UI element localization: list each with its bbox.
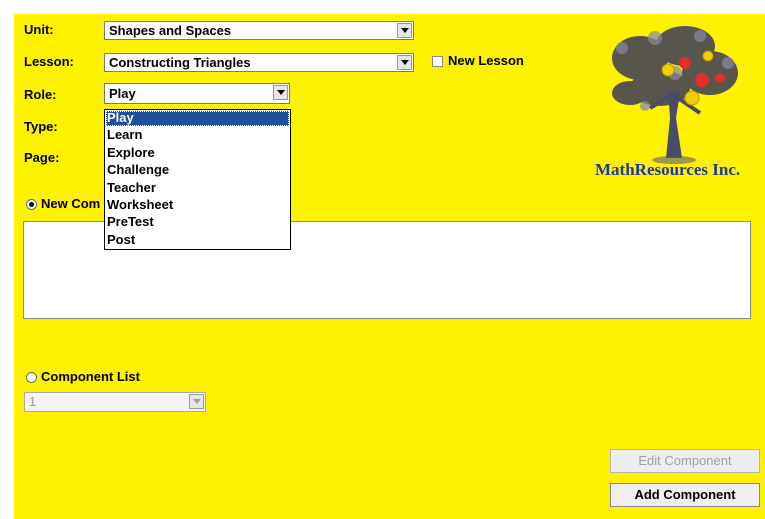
role-select[interactable]: Play	[104, 83, 290, 104]
chevron-down-icon[interactable]	[397, 55, 412, 70]
component-list-radio[interactable]	[26, 372, 37, 383]
edit-component-button[interactable]: Edit Component	[610, 449, 760, 473]
role-option-pretest[interactable]: PreTest	[106, 215, 289, 230]
chevron-down-icon[interactable]	[189, 394, 204, 409]
add-component-button[interactable]: Add Component	[610, 483, 760, 507]
role-option-teacher[interactable]: Teacher	[106, 180, 289, 196]
role-dropdown-list[interactable]: Play Learn Explore Challenge Teacher Workshee…	[104, 109, 291, 250]
chevron-down-icon[interactable]	[273, 85, 288, 100]
component-list-label: Component List	[41, 369, 140, 384]
radio-dot	[29, 202, 34, 207]
unit-label: Unit:	[24, 22, 54, 37]
role-option-post[interactable]: Post	[106, 232, 289, 248]
chevron-down-icon[interactable]	[397, 23, 412, 38]
app-window: Unit: Shapes and Spaces Lesson: Construc…	[0, 0, 765, 519]
component-list-value: 1	[29, 394, 37, 409]
logo-text: MathResources Inc.	[595, 160, 741, 179]
unit-select-value: Shapes and Spaces	[109, 23, 232, 38]
lesson-select-value: Constructing Triangles	[109, 55, 251, 70]
role-option-learn[interactable]: Learn	[106, 128, 289, 143]
role-option-play[interactable]: Play	[106, 111, 289, 126]
role-option-challenge[interactable]: Challenge	[106, 163, 289, 178]
role-label: Role:	[24, 87, 57, 102]
new-lesson-checkbox[interactable]	[432, 56, 443, 67]
component-list-select[interactable]: 1	[24, 392, 206, 412]
role-select-value: Play	[109, 86, 136, 101]
new-component-radio[interactable]	[26, 199, 37, 210]
lesson-label: Lesson:	[24, 54, 74, 69]
role-option-worksheet[interactable]: Worksheet	[106, 198, 289, 213]
new-lesson-label: New Lesson	[448, 53, 524, 68]
tree-logo-icon	[612, 26, 738, 164]
page-label: Page:	[24, 150, 60, 165]
type-label: Type:	[24, 119, 58, 134]
lesson-select[interactable]: Constructing Triangles	[104, 53, 414, 72]
unit-select[interactable]: Shapes and Spaces	[104, 21, 414, 40]
new-component-label: New Com	[41, 196, 101, 211]
role-option-explore[interactable]: Explore	[106, 145, 289, 161]
